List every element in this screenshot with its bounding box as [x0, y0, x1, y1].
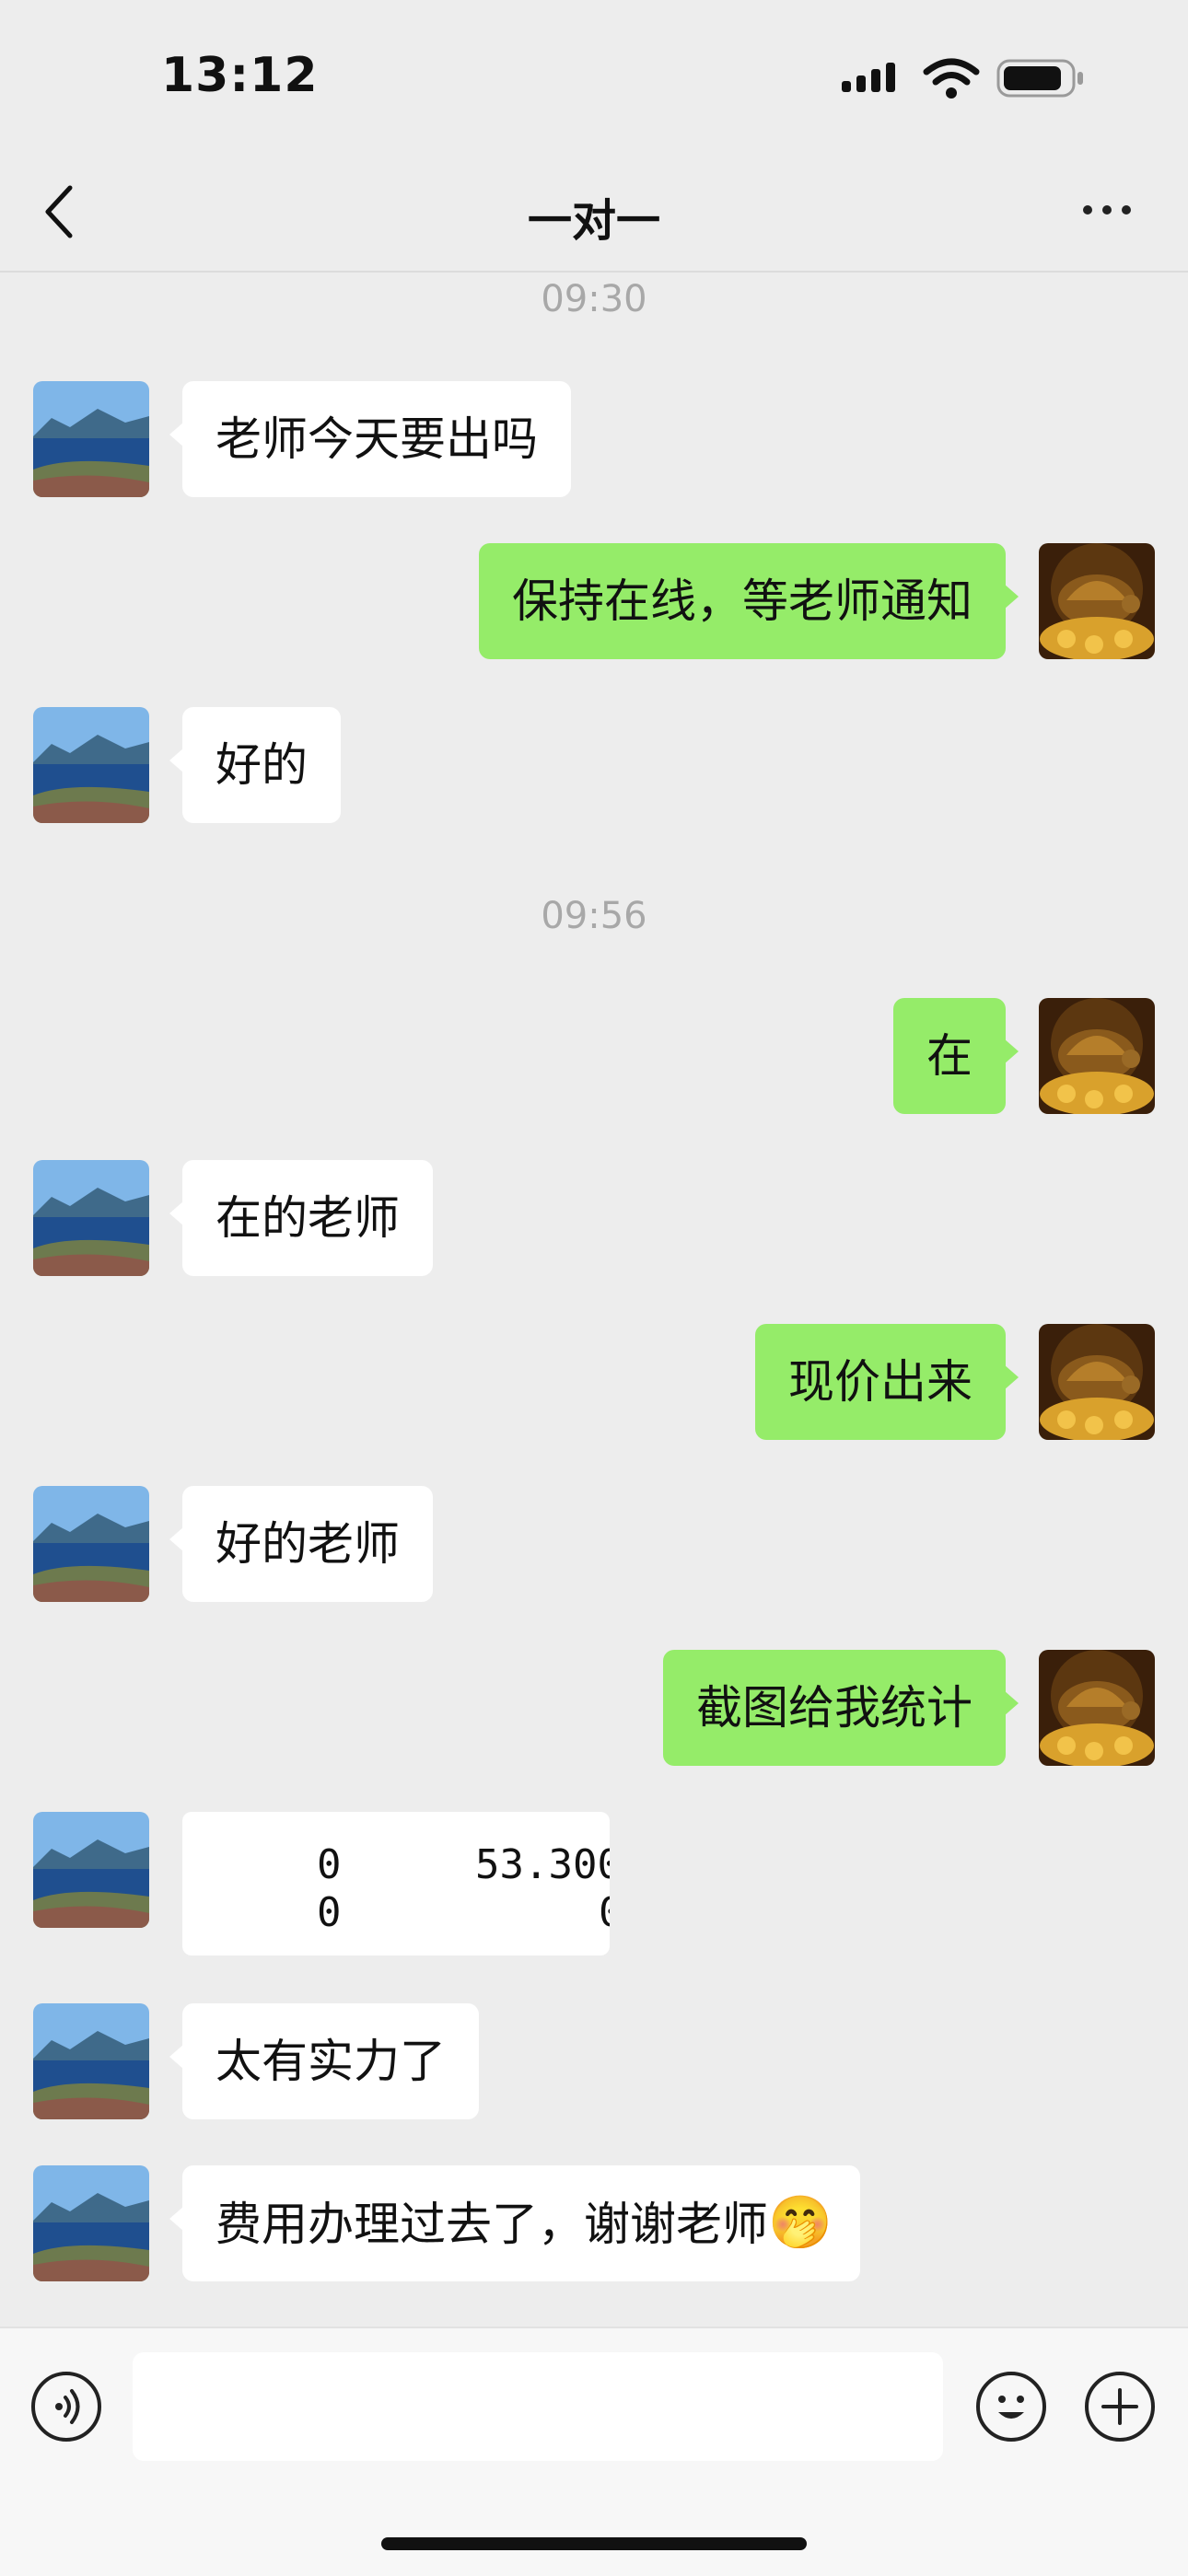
contact-avatar[interactable]	[33, 1160, 149, 1276]
image-cell: 0	[599, 1889, 610, 1936]
message-bubble-outgoing[interactable]: 保持在线，等老师通知	[479, 543, 1019, 659]
emoji: 🤭	[768, 2193, 833, 2253]
image-cell: 0	[317, 1841, 342, 1888]
my-avatar[interactable]	[1039, 998, 1155, 1114]
my-avatar[interactable]	[1039, 1324, 1155, 1440]
plus-icon	[1101, 2388, 1138, 2425]
message-bubble-incoming[interactable]: 太有实力了	[169, 2003, 479, 2119]
more-options-icon[interactable]	[1083, 201, 1135, 219]
image-cell: 0	[317, 1889, 342, 1936]
voice-input-button[interactable]	[31, 2372, 101, 2442]
contact-avatar[interactable]	[33, 707, 149, 823]
wifi-icon	[923, 58, 980, 99]
message-bubble-incoming[interactable]: 在的老师	[169, 1160, 433, 1276]
more-functions-button[interactable]	[1085, 2372, 1155, 2442]
status-time: 13:12	[161, 48, 319, 103]
my-avatar[interactable]	[1039, 543, 1155, 659]
message-bubble-incoming[interactable]: 好的老师	[169, 1486, 433, 1602]
message-text: 费用办理过去了，谢谢老师	[215, 2198, 768, 2251]
contact-avatar[interactable]	[33, 2003, 149, 2119]
contact-avatar[interactable]	[33, 1486, 149, 1602]
message-bubble-incoming[interactable]: 老师今天要出吗	[169, 381, 571, 497]
timestamp: 09:30	[541, 278, 647, 320]
message-input[interactable]	[133, 2352, 943, 2461]
voice-icon	[55, 2389, 80, 2424]
message-bubble-outgoing[interactable]: 现价出来	[755, 1324, 1019, 1440]
message-bubble-incoming[interactable]: 费用办理过去了，谢谢老师🤭	[169, 2165, 860, 2281]
home-indicator[interactable]	[381, 2537, 807, 2550]
contact-avatar[interactable]	[33, 381, 149, 497]
my-avatar[interactable]	[1039, 1650, 1155, 1766]
message-bubble-outgoing[interactable]: 截图给我统计	[663, 1650, 1019, 1766]
contact-avatar[interactable]	[33, 1812, 149, 1928]
message-bubble-incoming[interactable]: 好的	[169, 707, 341, 823]
smiley-icon	[998, 2396, 1024, 2419]
emoji-button[interactable]	[976, 2372, 1046, 2442]
timestamp: 09:56	[541, 895, 647, 937]
contact-avatar[interactable]	[33, 2165, 149, 2281]
chat-title: 一对一	[527, 195, 660, 247]
message-bubble-outgoing[interactable]: 在	[893, 998, 1019, 1114]
battery-icon	[996, 59, 1083, 98]
image-message[interactable]: 0 53.300 0 0	[182, 1812, 610, 1955]
cellular-signal-icon	[842, 61, 906, 92]
image-cell: 53.300	[475, 1841, 610, 1888]
